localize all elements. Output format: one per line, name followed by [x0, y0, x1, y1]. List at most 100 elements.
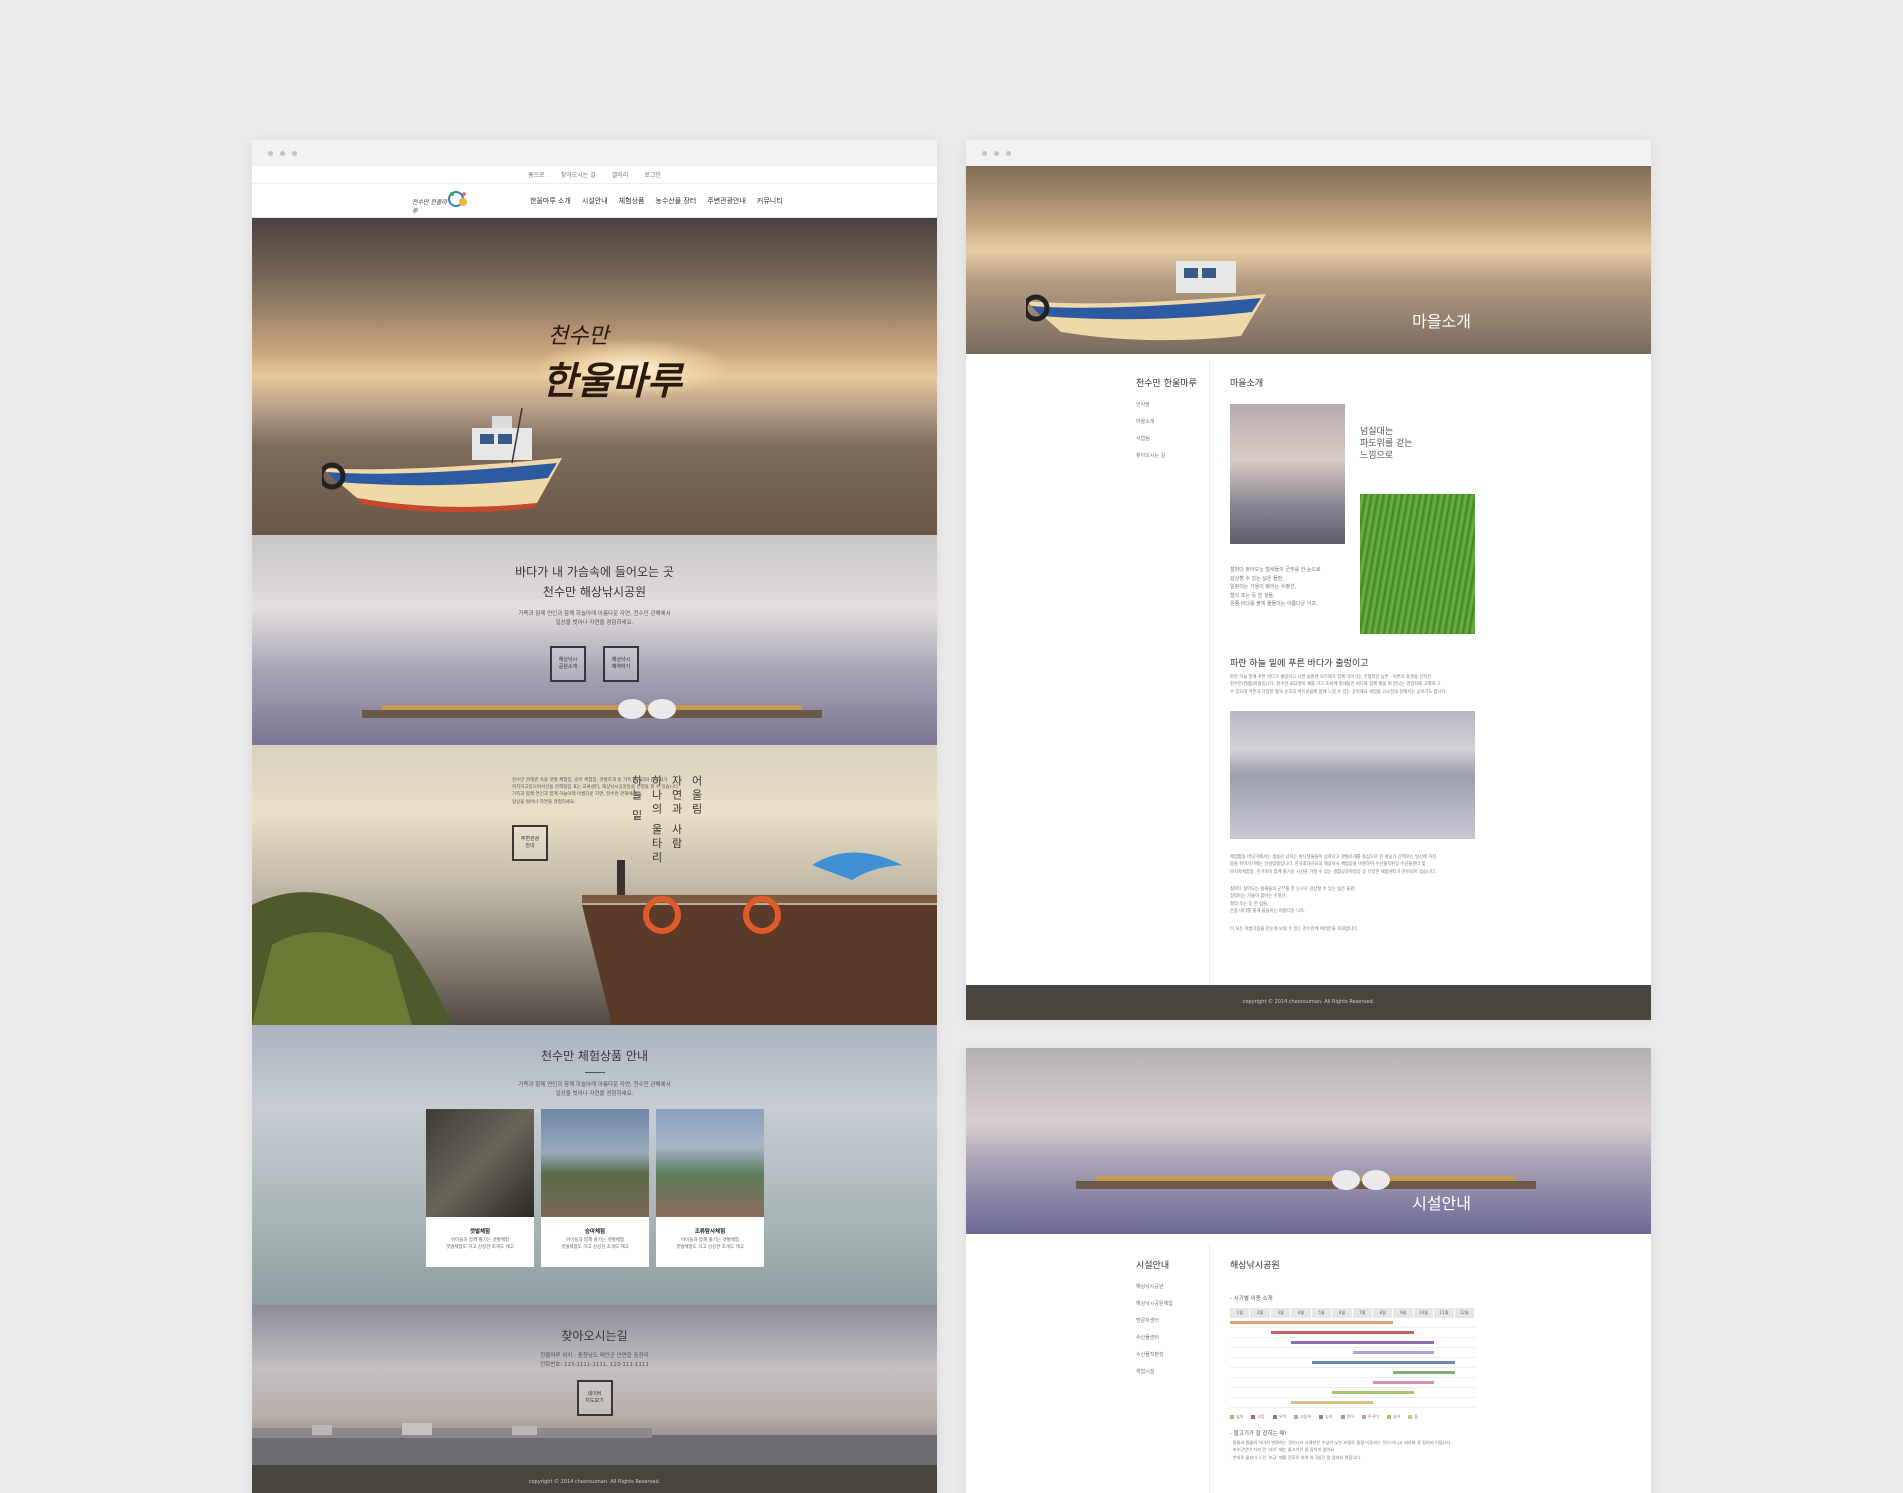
side-nav-item[interactable]: 찾아오시는 길 [1136, 452, 1216, 459]
para-line: 몸을 쉬어가기에는 안성맞춤입니다. 한국최대규모의 해상낚시 체험장을 비롯하… [1230, 862, 1426, 868]
quote-line: 느낌으로 [1360, 451, 1394, 462]
para-line: 철마다 찾아오는 철새들의 군무를 한 눈으로 감상할 수 있는 넓은 들판, [1230, 887, 1356, 892]
side-nav-item[interactable]: 해상낚시공원체험 [1136, 1300, 1216, 1307]
quote-line: 파도위를 걷는 [1360, 439, 1413, 450]
sec5-address: 한울마루 위치 : 충청남도 태안군 안면읍 중장리 [540, 1353, 649, 1359]
main-content: 해상낚시공원 - 시기별 어종 소개 [1230, 1258, 1475, 1304]
gantt-row [1230, 1378, 1475, 1388]
side-nav-item[interactable]: 방문자센터 [1136, 1317, 1216, 1324]
gantt-month-label: 10월 [1414, 1308, 1435, 1318]
experience-card[interactable]: 승마체험 아이들과 함께 즐기는 갯벌체험 갯벌체험도 하고 싱싱한 조개도 캐… [541, 1109, 649, 1267]
btn-line: 해상낚시 [611, 656, 631, 663]
para-line: 온종 바다를 붉게 물들이는 아름다운 낙조. [1230, 601, 1318, 607]
card-desc: 갯벌체험도 하고 싱싱한 조개도 캐고 [561, 1244, 629, 1250]
para-line: 감상할 수 있는 넓은 들판, [1230, 575, 1284, 582]
gantt-heading: - 시기별 어종 소개 [1230, 1296, 1273, 1302]
card-desc: 아이들과 함께 즐기는 갯벌체험 [565, 1238, 625, 1243]
card-image-bird-sculpture [656, 1109, 764, 1217]
site-footer: copyright © 2014 cheonsuman. All Rights … [252, 1465, 937, 1493]
para-line: 온종 바다를 붉게 물들이는 아름다운 낙조. [1230, 908, 1306, 914]
side-nav-item[interactable]: 해상낚시공원 [1136, 1283, 1216, 1290]
site-footer: copyright © 2014 cheonsuman. All Rights … [966, 985, 1651, 1020]
sec4-desc-line1: 가족과 함께 연인과 함께 하늘아래 아름다운 자연, 천수만 관해에서 [518, 1082, 671, 1088]
site-logo[interactable]: 천수만 한울마루 [412, 188, 470, 215]
experience-cards: 갯벌체험 아이들과 함께 즐기는 갯벌체험 갯벌체험도 하고 싱싱한 조개도 캐… [426, 1109, 764, 1267]
side-nav-item[interactable]: 사업팀 [1136, 435, 1216, 442]
btn-line: 네이버 [587, 1390, 602, 1397]
menu-item-facilities[interactable]: 시설안내 [582, 196, 608, 206]
experience-card[interactable]: 갯벌체험 아이들과 함께 즐기는 갯벌체험 갯벌체험도 하고 싱싱한 조개도 캐… [426, 1109, 534, 1267]
gantt-month-label: 12월 [1455, 1308, 1476, 1318]
para-line: 일렁이는 가을이 찾아는 수평선, [1230, 894, 1287, 900]
side-nav-item[interactable]: 체험시설 [1136, 1368, 1216, 1375]
gantt-row [1230, 1348, 1475, 1358]
para2: 파란 하늘 밑에 푸른 바다가 출렁이고 나면 들판엔 모두에가 함께 익어가는… [1230, 674, 1475, 696]
window-dot [982, 150, 987, 156]
tip-line: · 조수간만의 차가 큰 '사리' 때는 물고기가 잘 잡히지 않아요. [1230, 1447, 1336, 1453]
gantt-bar [1352, 1351, 1435, 1354]
gantt-bar [1270, 1331, 1414, 1334]
sec4-title: 천수만 체험상품 안내 [541, 1049, 648, 1063]
harbor-image [252, 1423, 937, 1465]
window-dot [268, 150, 273, 156]
global-nav: 천수만 한울마루 한울마루 소개 시설안내 체험상품 농수산물 장터 주변관광안… [252, 184, 937, 218]
park-reserve-button[interactable]: 해상낚시 예약하기 [603, 645, 640, 682]
util-link-directions[interactable]: 찾아오시는 길 [561, 170, 596, 179]
gantt-row [1230, 1358, 1475, 1368]
para4: 철마다 찾아오는 철새들의 군무를 한 눈으로 감상할 수 있는 넓은 들판, … [1230, 886, 1475, 915]
experience-card[interactable]: 조류탐사체험 아이들과 함께 즐기는 갯벌체험 갯벌체험도 하고 싱싱한 조개도… [656, 1109, 764, 1267]
sec2-desc-line2: 일상을 벗어나 자연을 경험하세요. [555, 619, 634, 626]
sec5-phone: 전화번호: 123-1111-1111, 123-111-1111 [540, 1361, 649, 1368]
legend-item: 농어 [1319, 1414, 1333, 1420]
side-nav: 천수만 한울마루 인사말 마을소개 사업팀 찾아오시는 길 [1136, 376, 1216, 469]
sec3-desc: 천수만 관해권 속을 갯벌 체험장, 승마 체험장, 갯벌조개 등 가족 놀거리… [512, 777, 752, 806]
naver-map-button[interactable]: 네이버 지도보기 [576, 1379, 613, 1416]
menu-item-market[interactable]: 농수산물 장터 [655, 196, 696, 206]
menu-item-experience[interactable]: 체험상품 [619, 196, 645, 206]
side-nav-item[interactable]: 인사말 [1136, 401, 1216, 408]
legend-item: 숭어 [1386, 1414, 1400, 1420]
menu-item-community[interactable]: 커뮤니티 [757, 196, 783, 206]
btn-line: 해상낚시 [558, 656, 578, 663]
card-title: 조류탐사체험 [694, 1229, 726, 1235]
legend-swatch [1340, 1415, 1345, 1419]
fishing-park-section: 바다가 내 가슴속에 들어오는 곳 천수만 해상낚시공원 가족과 함께 연인과 … [252, 535, 937, 745]
para1: 철마다 찾아오는 철새들의 군무를 한 눈으로 감상할 수 있는 넓은 들판, … [1230, 566, 1350, 609]
legend-item: 넙치 [1230, 1414, 1243, 1420]
utility-bar: 홈으로 찾아오시는 길 갤러리 로그인 [252, 166, 937, 184]
side-nav-title: 천수만 한울마루 [1136, 379, 1197, 389]
side-nav-item[interactable]: 마을소개 [1136, 418, 1216, 425]
gantt-row [1230, 1388, 1475, 1398]
para5: 이 모든 아름다움을 한눈에 보실 수 있는 천수만에 여러분을 초대합니다. [1230, 927, 1359, 932]
calligraphy-line1: 천수만 [548, 324, 609, 349]
window-dot [280, 150, 285, 156]
gantt-row [1230, 1318, 1475, 1328]
park-intro-button[interactable]: 해상낚시 공원소개 [549, 645, 586, 682]
card-desc: 갯벌체험도 하고 싱싱한 조개도 캐고 [676, 1244, 744, 1250]
gantt-row [1230, 1368, 1475, 1378]
legend-swatch [1294, 1415, 1299, 1419]
card-title: 갯벌체험 [469, 1229, 491, 1235]
gantt-bar [1291, 1401, 1373, 1404]
gantt-month-label: 8월 [1373, 1308, 1394, 1318]
sec3-desc-line: 가족과 함께 연인과 함께 하늘아래 아름다운 자연, 천수만 관해에서 [512, 792, 637, 798]
main-menu: 한울마루 소개 시설안내 체험상품 농수산물 장터 주변관광안내 커뮤니티 [530, 196, 783, 206]
menu-item-tourism[interactable]: 주변관광안내 [707, 196, 746, 206]
side-nav-item[interactable]: 수산물직판장 [1136, 1351, 1216, 1358]
content-divider [1209, 360, 1210, 992]
legend-swatch [1319, 1415, 1324, 1419]
gantt-month-label: 5월 [1312, 1308, 1333, 1318]
gantt-header: 1월 2월 3월 4월 5월 6월 7월 8월 9월 10월 11월 12월 [1230, 1308, 1476, 1318]
util-link-gallery[interactable]: 갤러리 [612, 170, 629, 179]
legend-item: 전어 [1340, 1414, 1354, 1420]
side-nav-item[interactable]: 수산물센터 [1136, 1334, 1216, 1341]
util-link-home[interactable]: 홈으로 [528, 170, 545, 179]
legend-item: 고등 [1251, 1414, 1265, 1420]
menu-item-about[interactable]: 한울마루 소개 [530, 196, 571, 206]
util-link-login[interactable]: 로그인 [644, 170, 661, 179]
sub-hero-banner: 시설안내 [966, 1048, 1651, 1234]
gantt-bar [1311, 1361, 1455, 1364]
tip-line: · 밀물과 썰물의 차이가 변화하는 것이나라 사례만은 수상기 낮은 포탈로 … [1230, 1440, 1452, 1446]
card-image-horse [541, 1109, 649, 1217]
gantt-month-label: 7월 [1353, 1308, 1373, 1318]
